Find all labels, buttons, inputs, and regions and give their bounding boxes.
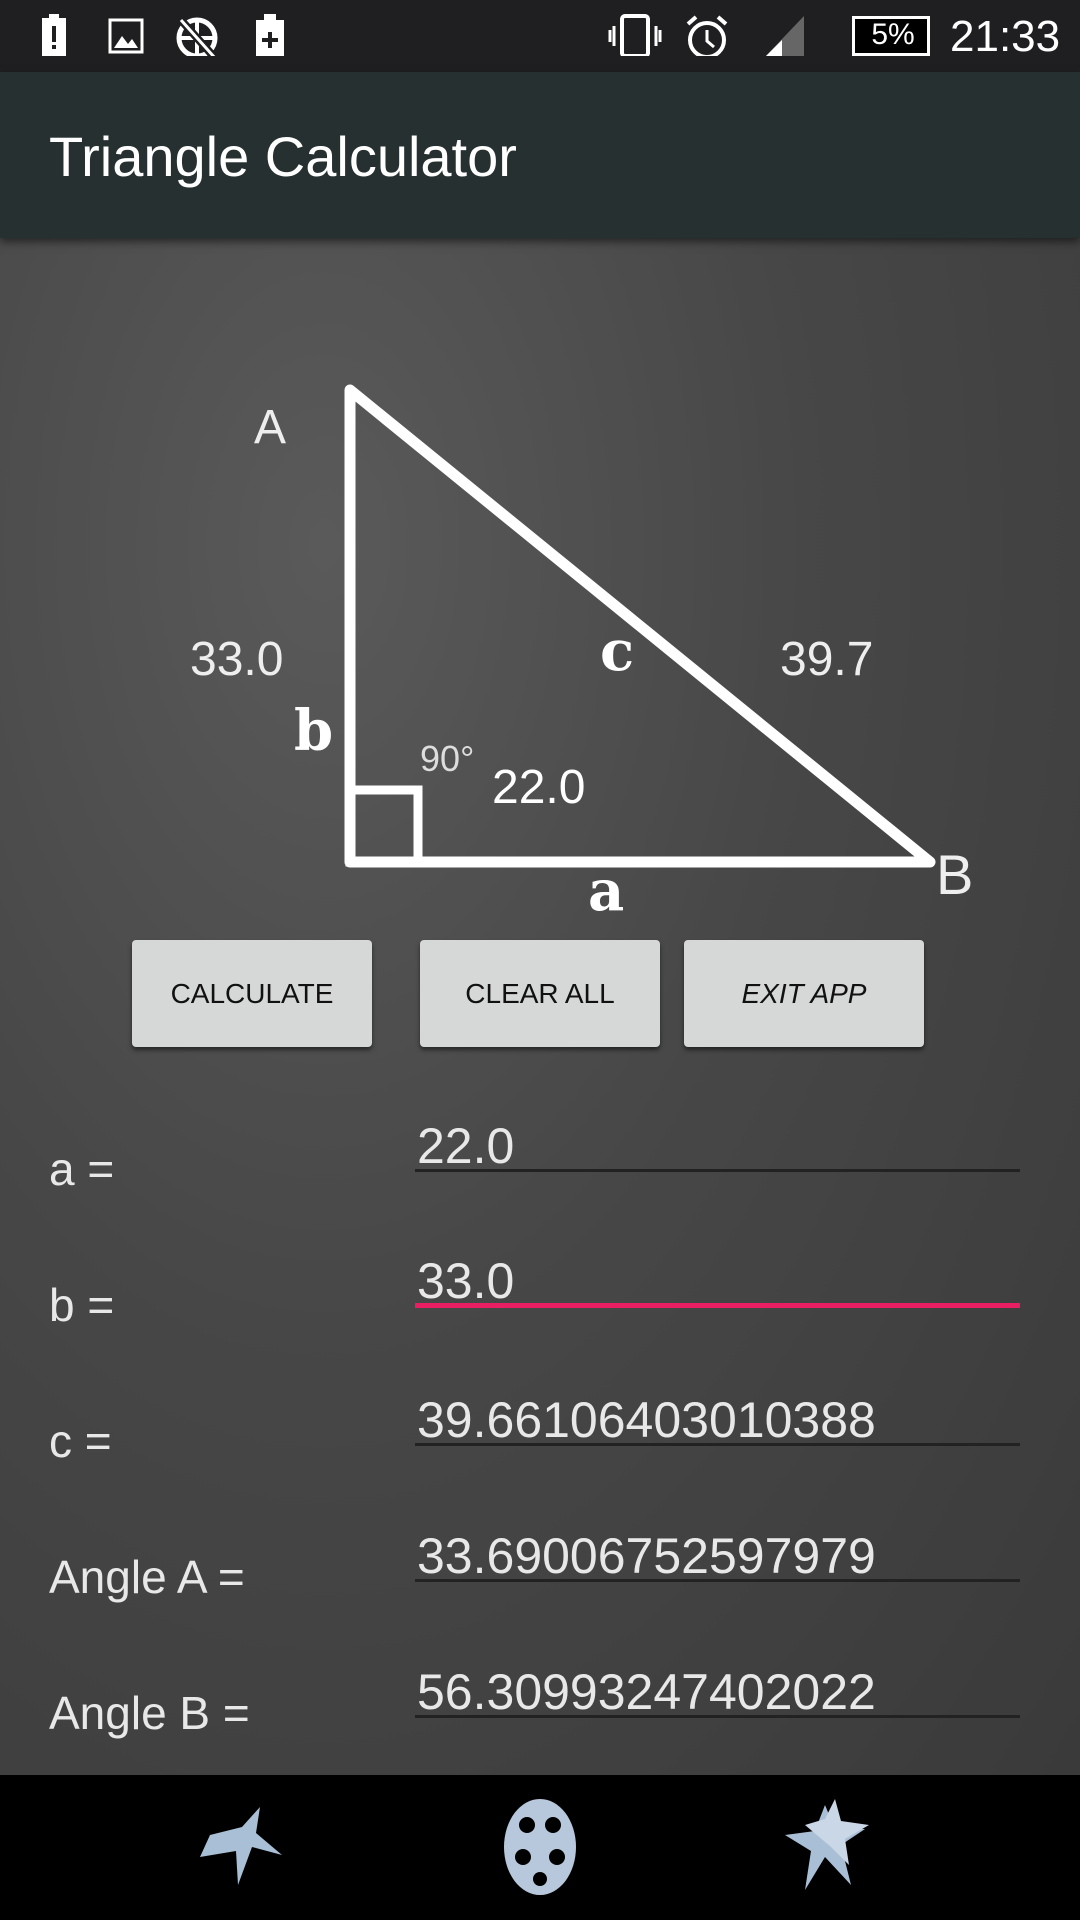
vibrate-icon — [608, 14, 662, 56]
clear-all-button[interactable]: CLEAR ALL — [420, 940, 660, 1047]
home-ball-icon[interactable] — [485, 1795, 595, 1900]
label-angle-a: Angle A = — [49, 1551, 245, 1603]
signal-icon — [765, 16, 804, 56]
label-angle-b: Angle B = — [49, 1687, 250, 1739]
back-star-icon[interactable] — [190, 1795, 300, 1900]
right-angle-label: 90° — [420, 738, 475, 779]
clock: 21:33 — [950, 12, 1061, 61]
triangle-diagram — [344, 384, 936, 868]
right-angle-mark — [345, 785, 423, 867]
side-a-value: 22.0 — [492, 761, 586, 814]
side-a-letter: a — [588, 858, 625, 924]
content-area: A 33.0 b 90° 22.0 c 39.7 B a CALCULATE C… — [0, 238, 1080, 1775]
label-b: b = — [49, 1279, 115, 1331]
alarm-icon — [686, 15, 728, 56]
battery-charging-icon — [256, 14, 284, 56]
status-bar: 5% 21:33 — [0, 0, 1080, 72]
input-angle-b[interactable] — [415, 1668, 1020, 1718]
calculate-button[interactable]: CALCULATE — [132, 940, 372, 1047]
side-b-value: 33.0 — [190, 633, 284, 686]
no-network-icon — [176, 17, 218, 56]
navigation-bar — [0, 1775, 1080, 1920]
input-c[interactable] — [415, 1396, 1020, 1446]
label-c: c = — [49, 1415, 112, 1467]
image-icon — [108, 18, 144, 54]
label-a: a = — [49, 1143, 115, 1195]
battery-alert-icon — [42, 14, 66, 56]
input-b[interactable] — [415, 1258, 1020, 1308]
vertex-a-label: A — [254, 401, 287, 454]
app-title: Triangle Calculator — [49, 125, 517, 188]
recents-stars-icon[interactable] — [775, 1795, 885, 1900]
side-c-letter: c — [600, 618, 635, 684]
side-c-value: 39.7 — [780, 633, 874, 686]
exit-app-button[interactable]: EXIT APP — [684, 940, 924, 1047]
triangle-shape — [344, 384, 936, 868]
side-b-letter: b — [294, 698, 334, 764]
battery-percent: 5% — [871, 18, 915, 51]
vertex-b-label: B — [936, 843, 974, 906]
input-angle-a[interactable] — [415, 1532, 1020, 1582]
app-bar: Triangle Calculator — [0, 72, 1080, 238]
input-a[interactable] — [415, 1122, 1020, 1172]
